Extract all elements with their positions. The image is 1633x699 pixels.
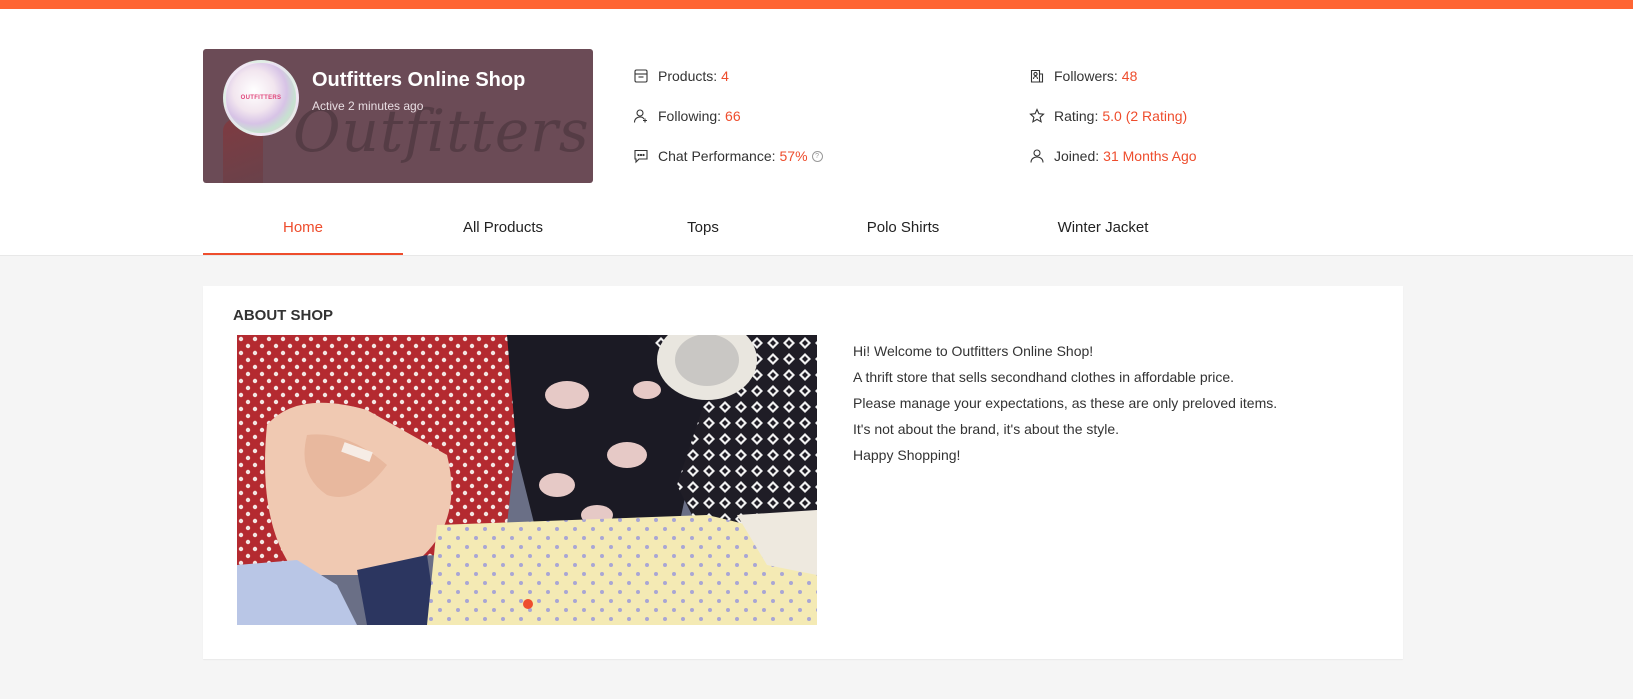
description-line: Hi! Welcome to Outfitters Online Shop! bbox=[853, 343, 1094, 359]
stat-joined-label: Joined: bbox=[1054, 148, 1100, 164]
help-icon[interactable]: ? bbox=[811, 150, 823, 162]
carousel-indicator-dot[interactable] bbox=[523, 599, 533, 609]
stat-products-label: Products: bbox=[658, 68, 718, 84]
shop-active-status: Active 2 minutes ago bbox=[312, 99, 424, 113]
user-add-icon bbox=[633, 109, 647, 123]
tab-home[interactable]: Home bbox=[203, 201, 403, 255]
chat-icon bbox=[634, 149, 648, 164]
about-shop-title: ABOUT SHOP bbox=[233, 307, 334, 324]
stat-following-value: 66 bbox=[725, 108, 741, 124]
stat-joined: Joined: 31 Months Ago bbox=[1029, 148, 1197, 164]
tab-winter-jacket[interactable]: Winter Jacket bbox=[1003, 201, 1203, 255]
description-line: Happy Shopping! bbox=[853, 447, 961, 463]
description-line: Please manage your expectations, as thes… bbox=[853, 395, 1278, 411]
stat-following-label: Following: bbox=[658, 108, 722, 124]
description-line: A thrift store that sells secondhand clo… bbox=[853, 369, 1235, 385]
shop-nav-tabs: Home All Products Tops Polo Shirts Winte… bbox=[203, 201, 1203, 255]
stat-followers-label: Followers: bbox=[1054, 68, 1118, 84]
stat-joined-value: 31 Months Ago bbox=[1103, 148, 1197, 164]
top-banner-strip bbox=[0, 0, 1633, 9]
stat-chat-performance: Chat Performance: 57% ? bbox=[633, 148, 823, 164]
stat-rating: Rating: 5.0 (2 Rating) bbox=[1029, 108, 1187, 124]
stat-rating-label: Rating: bbox=[1054, 108, 1099, 124]
stat-followers: Followers: 48 bbox=[1029, 68, 1137, 84]
store-icon bbox=[634, 69, 648, 83]
stat-rating-value: 5.0 (2 Rating) bbox=[1102, 108, 1188, 124]
star-icon bbox=[1029, 108, 1045, 123]
stat-products-value: 4 bbox=[721, 68, 729, 84]
followers-icon bbox=[1030, 69, 1044, 83]
stat-chat-value: 57% bbox=[779, 148, 808, 164]
about-shop-carousel-image[interactable] bbox=[237, 335, 817, 625]
shop-name: Outfitters Online Shop bbox=[312, 69, 526, 91]
tab-all-products[interactable]: All Products bbox=[403, 201, 603, 255]
stat-chat-label: Chat Performance: bbox=[658, 148, 776, 164]
shop-card[interactable]: Outfitters OUTFITTERS Outfitters Online … bbox=[203, 49, 593, 183]
clothes-photo bbox=[237, 335, 817, 625]
stat-following: Following: 66 bbox=[633, 108, 741, 124]
about-shop-description: Hi! Welcome to Outfitters Online Shop! A… bbox=[853, 338, 1277, 468]
shop-header: Outfitters OUTFITTERS Outfitters Online … bbox=[0, 9, 1633, 256]
user-icon bbox=[1030, 149, 1044, 163]
description-line: It's not about the brand, it's about the… bbox=[853, 421, 1120, 437]
tab-polo-shirts[interactable]: Polo Shirts bbox=[803, 201, 1003, 255]
stat-products: Products: 4 bbox=[633, 68, 729, 84]
about-shop-section: ABOUT SHOP Hi! Welcome to Outfitters Onl… bbox=[203, 286, 1403, 659]
tab-tops[interactable]: Tops bbox=[603, 201, 803, 255]
avatar-logo-text: OUTFITTERS bbox=[240, 95, 282, 101]
stat-followers-value: 48 bbox=[1121, 68, 1138, 84]
shop-avatar[interactable]: OUTFITTERS bbox=[223, 60, 299, 136]
